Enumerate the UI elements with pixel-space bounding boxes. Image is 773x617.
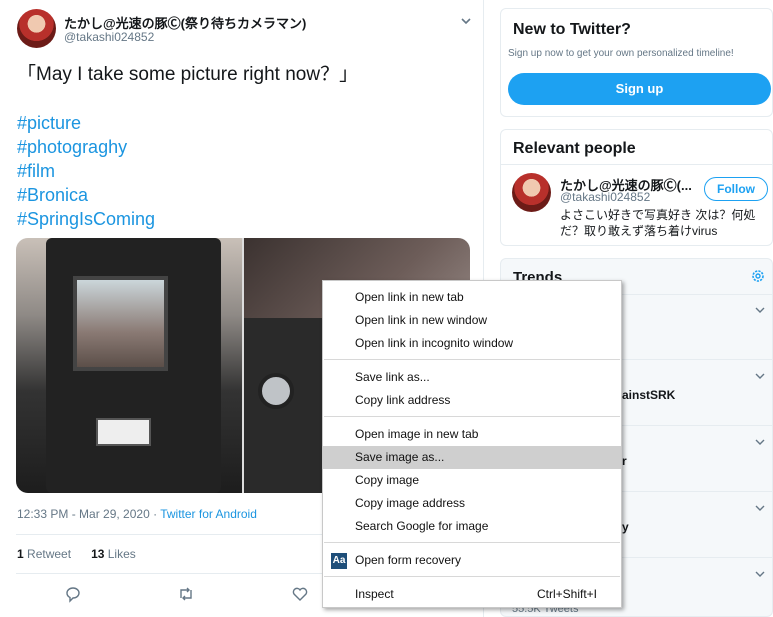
trend-name[interactable]: ainstSRK xyxy=(622,388,675,402)
chevron-down-icon[interactable] xyxy=(754,304,766,316)
menu-item-open-form-recovery[interactable]: Aa Open form recovery xyxy=(323,549,621,572)
menu-item-copy-image[interactable]: Copy image xyxy=(323,469,621,492)
menu-item-label: Inspect xyxy=(355,587,394,601)
menu-item-search-google-image[interactable]: Search Google for image xyxy=(323,515,621,538)
author-handle[interactable]: @takashi024852 xyxy=(64,30,154,44)
photo-camera-viewfinder[interactable] xyxy=(16,238,242,493)
chevron-down-icon[interactable] xyxy=(754,502,766,514)
menu-separator xyxy=(324,359,620,360)
hashtag-link[interactable]: #picture xyxy=(17,111,155,135)
hashtag-link[interactable]: #film xyxy=(17,159,155,183)
retweet-stat[interactable]: 1 Retweet xyxy=(17,547,71,561)
menu-item-open-link-new-tab[interactable]: Open link in new tab xyxy=(323,286,621,309)
follow-button[interactable]: Follow xyxy=(704,177,768,201)
person-avatar[interactable] xyxy=(512,173,551,212)
trend-name[interactable]: y xyxy=(622,520,629,534)
menu-item-open-link-new-window[interactable]: Open link in new window xyxy=(323,309,621,332)
tweet-stats: 1 Retweet 13 Likes xyxy=(17,547,136,561)
person-bio: よさこい好きで写真好き 次は？何処だ？取り敢えず落ち着けvirus xyxy=(560,208,756,238)
menu-item-copy-link-address[interactable]: Copy link address xyxy=(323,389,621,412)
menu-item-open-link-incognito[interactable]: Open link in incognito window xyxy=(323,332,621,355)
author-avatar[interactable] xyxy=(17,9,56,48)
relevant-title: Relevant people xyxy=(513,140,636,157)
menu-item-copy-image-address[interactable]: Copy image address xyxy=(323,492,621,515)
menu-item-save-link-as[interactable]: Save link as... xyxy=(323,366,621,389)
retweet-icon[interactable] xyxy=(177,585,195,603)
reply-icon[interactable] xyxy=(64,585,82,603)
menu-item-label: Open form recovery xyxy=(355,553,462,567)
gear-icon[interactable] xyxy=(750,268,766,284)
divider xyxy=(501,164,773,165)
signup-button[interactable]: Sign up xyxy=(508,73,771,105)
menu-shortcut: Ctrl+Shift+I xyxy=(536,587,597,601)
menu-separator xyxy=(324,576,620,577)
menu-item-open-image-new-tab[interactable]: Open image in new tab xyxy=(323,423,621,446)
chevron-down-icon[interactable] xyxy=(754,436,766,448)
person-handle[interactable]: @takashi024852 xyxy=(560,190,650,204)
context-menu: Open link in new tab Open link in new wi… xyxy=(322,280,622,608)
menu-item-save-image-as[interactable]: Save image as... xyxy=(323,446,621,469)
tweet-text: 「May I take some picture right now？」 xyxy=(17,64,359,85)
timestamp-text: 12:33 PM - Mar 29, 2020 · xyxy=(17,507,161,521)
tweet-timestamp: 12:33 PM - Mar 29, 2020 · Twitter for An… xyxy=(17,507,257,521)
like-icon[interactable] xyxy=(291,585,309,603)
trend-name[interactable]: r xyxy=(622,454,627,468)
chevron-down-icon[interactable] xyxy=(459,14,473,28)
menu-separator xyxy=(324,542,620,543)
signup-title: New to Twitter? xyxy=(513,21,631,38)
menu-item-inspect[interactable]: Inspect Ctrl+Shift+I xyxy=(323,583,621,606)
likes-stat[interactable]: 13 Likes xyxy=(91,547,136,561)
hashtag-link[interactable]: #Bronica xyxy=(17,183,155,207)
hashtag-link[interactable]: #photograghy xyxy=(17,135,155,159)
menu-separator xyxy=(324,416,620,417)
chevron-down-icon[interactable] xyxy=(754,568,766,580)
form-recovery-icon: Aa xyxy=(331,553,347,569)
signup-blurb: Sign up now to get your own personalized… xyxy=(508,48,734,59)
chevron-down-icon[interactable] xyxy=(754,370,766,382)
source-link[interactable]: Twitter for Android xyxy=(160,507,257,521)
hashtag-link[interactable]: #SpringIsComing xyxy=(17,207,155,231)
hashtag-list: #picture #photograghy #film #Bronica #Sp… xyxy=(17,111,155,231)
